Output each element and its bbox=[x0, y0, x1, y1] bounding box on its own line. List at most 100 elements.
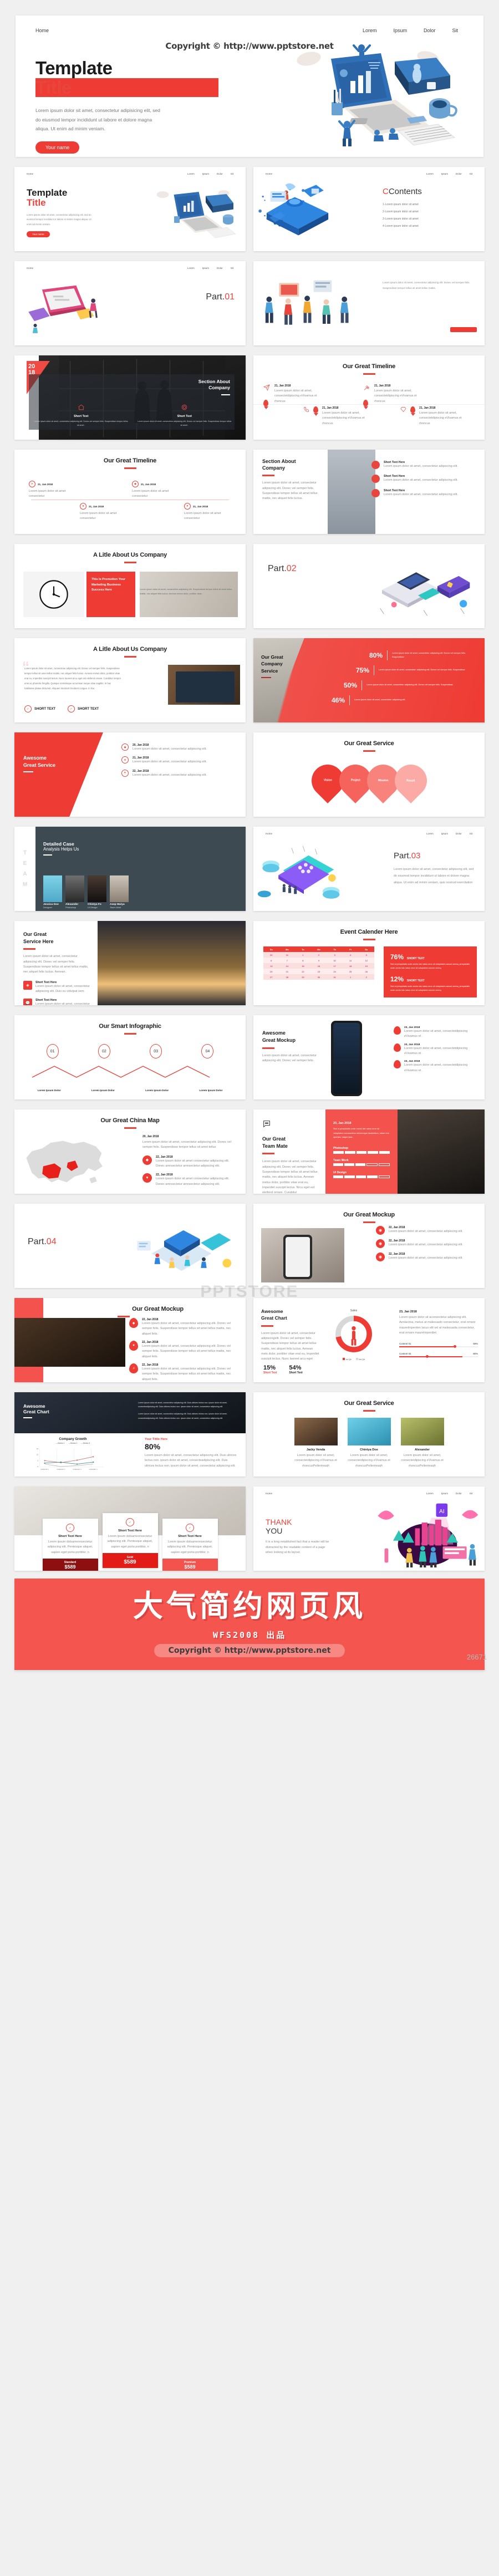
calendar-cell[interactable]: 6 bbox=[263, 958, 279, 963]
slide-thumb-awesome-great-chart-donut[interactable]: Awesome Great Chart Lorem ipsum dolor si… bbox=[253, 1298, 485, 1382]
slider[interactable]: Content 02 80% bbox=[399, 1352, 478, 1358]
slide-thumb-our-great-service-here[interactable]: Our Great Service Here Lorem ipsum dolor… bbox=[14, 921, 246, 1005]
calendar-cell[interactable]: 14 bbox=[279, 963, 296, 969]
title-rule bbox=[261, 1325, 273, 1327]
slide-thumb-part-03[interactable]: Home Lorem Ipsum Dolor Sit Part.03 Lorem… bbox=[253, 827, 485, 911]
slide-thumb-china-map[interactable]: Our Great China Map 20, Jan 2018 Lorem i… bbox=[14, 1109, 246, 1194]
pricing-card[interactable]: ✓ Short Text Here Lorem ipsum dolsameons… bbox=[42, 1519, 98, 1571]
nav-link-sit[interactable]: Sit bbox=[452, 28, 458, 33]
calendar-cell[interactable]: 23 bbox=[310, 969, 327, 974]
nav-home-link: Home bbox=[27, 172, 34, 175]
hero-cta-button[interactable]: Your name bbox=[35, 141, 80, 154]
slide-thumb-section-about-company-2[interactable]: Section About Company Lorem ipsum dolor … bbox=[253, 450, 485, 534]
phone-screen bbox=[333, 1023, 360, 1094]
calendar-cell[interactable]: 3 bbox=[327, 952, 343, 958]
slide-thumb-company-service-percent[interactable]: Our Great Company Service 80% Lorem ipsu… bbox=[253, 638, 485, 722]
calendar-cell[interactable]: 19 bbox=[358, 963, 374, 969]
calendar-cell[interactable]: 25 bbox=[342, 969, 359, 974]
slide-thumb-thank-you[interactable]: Home Lorem Ipsum Dolor Sit THANK YOU It … bbox=[253, 1486, 485, 1571]
slide-thumb-our-great-service-people[interactable]: Our Great Service Jacky Venda Lorem ipsu… bbox=[253, 1392, 485, 1477]
slide-thumb-contents[interactable]: Home Lorem Ipsum Dolor Sit CContents 1-L… bbox=[253, 167, 485, 251]
slide-thumb-our-great-mockup-laptop[interactable]: Our Great Mockup ◆ 22, Jan 2018 Lorem ip… bbox=[14, 1298, 246, 1382]
event-date: 21, Jan 2018 bbox=[322, 406, 339, 410]
slide-thumb-timeline-2[interactable]: Our Great Timeline ✈ 21, Jan 2018 Lorem … bbox=[14, 450, 246, 534]
slide-thumb-about-us-clock[interactable]: A Litle About Us Company This Is Promoti… bbox=[14, 544, 246, 628]
timeline-event: ✈ 21, Jan 2018 Lorem ipsum dolor sit ame… bbox=[29, 481, 73, 500]
person-name: Alexander bbox=[414, 1448, 430, 1452]
slide-thumb-timeline-1[interactable]: Our Great Timeline 21, Jan 2018 Lorem ip… bbox=[253, 355, 485, 440]
promo-banner: 大气简约网页风 WFS2008 出品 Copyright © http://ww… bbox=[14, 1579, 485, 1670]
slide-thumb-team-intro[interactable]: Lorem ipsum dolor sit amet, consectetur … bbox=[253, 261, 485, 345]
calendar-cell[interactable]: 2 bbox=[310, 952, 327, 958]
calendar-cell[interactable]: 12 bbox=[358, 958, 374, 963]
calendar-cell[interactable]: 2 bbox=[358, 974, 374, 980]
slider-handle[interactable] bbox=[453, 1345, 456, 1348]
calendar-cell[interactable]: 18 bbox=[342, 963, 359, 969]
slide-thumb-awesome-great-mockup[interactable]: Awesome Great Mockup Lorem ipsum dolor s… bbox=[253, 1015, 485, 1099]
event-body: Lorem ipsum dolor sit amet, consectetur … bbox=[133, 773, 207, 777]
slide-thumb-team-mate[interactable]: Our Great Team Mate Lorem ipsum dolor si… bbox=[253, 1109, 485, 1194]
calendar-cell[interactable]: 4 bbox=[342, 952, 359, 958]
calendar-cell[interactable]: 11 bbox=[342, 958, 359, 963]
event-body: Lorem ipsum dolor sit amet, consectetur … bbox=[133, 747, 207, 751]
slide-thumb-awesome-great-service[interactable]: Awesome Great Service ◆ 20, Jan 2018 Lor… bbox=[14, 732, 246, 817]
list-item: 3-Lorem ipsum dolor sit amet bbox=[383, 217, 419, 221]
slide-thumb-our-great-mockup-phone[interactable]: Our Great Mockup ◉ 22, Jan 2018 Lorem ip… bbox=[253, 1204, 485, 1288]
list-item: ♥ 22, Jan 2018 Lorem ipsum dolor sit ame… bbox=[142, 1173, 238, 1187]
slider[interactable]: Content 01 69% bbox=[399, 1342, 478, 1348]
slide-thumb-team-detailed-case[interactable]: TEAM Detailed Case Analysis Helps Us Jes… bbox=[14, 827, 246, 911]
pricing-card[interactable]: ✓ Short Text Here Lorem ipsum dolsameons… bbox=[102, 1513, 158, 1569]
calendar-cell[interactable]: 8 bbox=[295, 958, 311, 963]
calendar-cell[interactable]: 9 bbox=[310, 958, 327, 963]
calendar-cell[interactable]: 16 bbox=[310, 963, 327, 969]
slide-thumb-smart-infographic[interactable]: Our Smart Infographic 01 02 03 04 Lorem … bbox=[14, 1015, 246, 1099]
slide-thumb-our-great-service-petals[interactable]: Our Great Service Vision Project Mission… bbox=[253, 732, 485, 817]
slide-thumb-part-02[interactable]: Part.02 bbox=[253, 544, 485, 628]
nav-link-lorem[interactable]: Lorem bbox=[363, 28, 377, 33]
calendar-cell[interactable]: 21 bbox=[279, 969, 296, 974]
slide-thumb-part-04[interactable]: Part.04 bbox=[14, 1204, 246, 1288]
calendar-cell[interactable]: 31 bbox=[327, 974, 343, 980]
china-map bbox=[26, 1141, 103, 1184]
calendar-cell[interactable]: 24 bbox=[327, 969, 343, 974]
calendar-cell[interactable]: 27 bbox=[263, 974, 279, 980]
nav-link-ipsum[interactable]: Ipsum bbox=[393, 28, 407, 33]
calendar-cell[interactable]: 30 bbox=[310, 974, 327, 980]
nav-link-dolor[interactable]: Dolor bbox=[424, 28, 436, 33]
slide-thumb-part-01[interactable]: Home Lorem Ipsum Dolor Sit Part.01 bbox=[14, 261, 246, 345]
slide-thumb-pricing[interactable]: ✓ Short Text Here Lorem ipsum dolsameons… bbox=[14, 1486, 246, 1571]
slider-label: Content 02 bbox=[399, 1352, 411, 1356]
timeline-event: 21, Jan 2018 Lorem ipsum dolor sit amet,… bbox=[303, 406, 368, 426]
nav-link-lorem: Lorem bbox=[426, 172, 434, 175]
slide-thumb-about-us-company[interactable]: A Litle About Us Company “ Lorem ipsum d… bbox=[14, 638, 246, 722]
calendar-cell[interactable]: 26 bbox=[358, 969, 374, 974]
stat-value: 75% bbox=[355, 666, 369, 674]
calendar-cell[interactable]: 15 bbox=[295, 963, 311, 969]
pricing-card[interactable]: ✓ Short Text Here Lorem ipsum dolsameons… bbox=[162, 1519, 218, 1571]
calendar-cell[interactable]: 22 bbox=[295, 969, 311, 974]
calendar-cell[interactable]: 30 bbox=[263, 952, 279, 958]
nav-link-ipsum: Ipsum bbox=[202, 172, 209, 175]
slider-handle[interactable] bbox=[426, 1355, 429, 1358]
map-pin-icon bbox=[363, 400, 368, 406]
slide-thumb-cover[interactable]: Home Lorem Ipsum Dolor Sit Template Titl… bbox=[14, 167, 246, 251]
slide-thumb-event-calendar[interactable]: Event Calender Here Su Mo Tu We Th Fr Sa… bbox=[253, 921, 485, 1005]
calendar-cell[interactable]: 7 bbox=[279, 958, 296, 963]
part-number: 01 bbox=[225, 292, 235, 302]
slide-thumb-section-about-company[interactable]: 20 18 Section About Company Short Text L… bbox=[14, 355, 246, 440]
event-body: Lorem ipsum dolor sit amet, consectetur … bbox=[142, 1322, 231, 1336]
calendar-cell[interactable]: 1 bbox=[295, 952, 311, 958]
calendar-cell[interactable]: 5 bbox=[358, 952, 374, 958]
calendar-cell[interactable]: 17 bbox=[327, 963, 343, 969]
nav-home-link[interactable]: Home bbox=[35, 28, 49, 33]
calendar-cell[interactable]: 13 bbox=[263, 963, 279, 969]
skills-panel: 20, Jan 2018 Sed ut perspiciatis unde om… bbox=[325, 1109, 398, 1194]
calendar-cell[interactable]: 10 bbox=[327, 958, 343, 963]
calendar-cell[interactable]: 1 bbox=[342, 974, 359, 980]
calendar-cell[interactable]: 31 bbox=[279, 952, 296, 958]
calendar-cell[interactable]: 20 bbox=[263, 969, 279, 974]
calendar-cell[interactable]: 28 bbox=[279, 974, 296, 980]
marker-icon: ★ bbox=[121, 756, 129, 764]
calendar-cell[interactable]: 29 bbox=[295, 974, 311, 980]
slide-thumb-awesome-great-chart-line[interactable]: Awesome Great Chart Lorem ipsum dolor si… bbox=[14, 1392, 246, 1477]
